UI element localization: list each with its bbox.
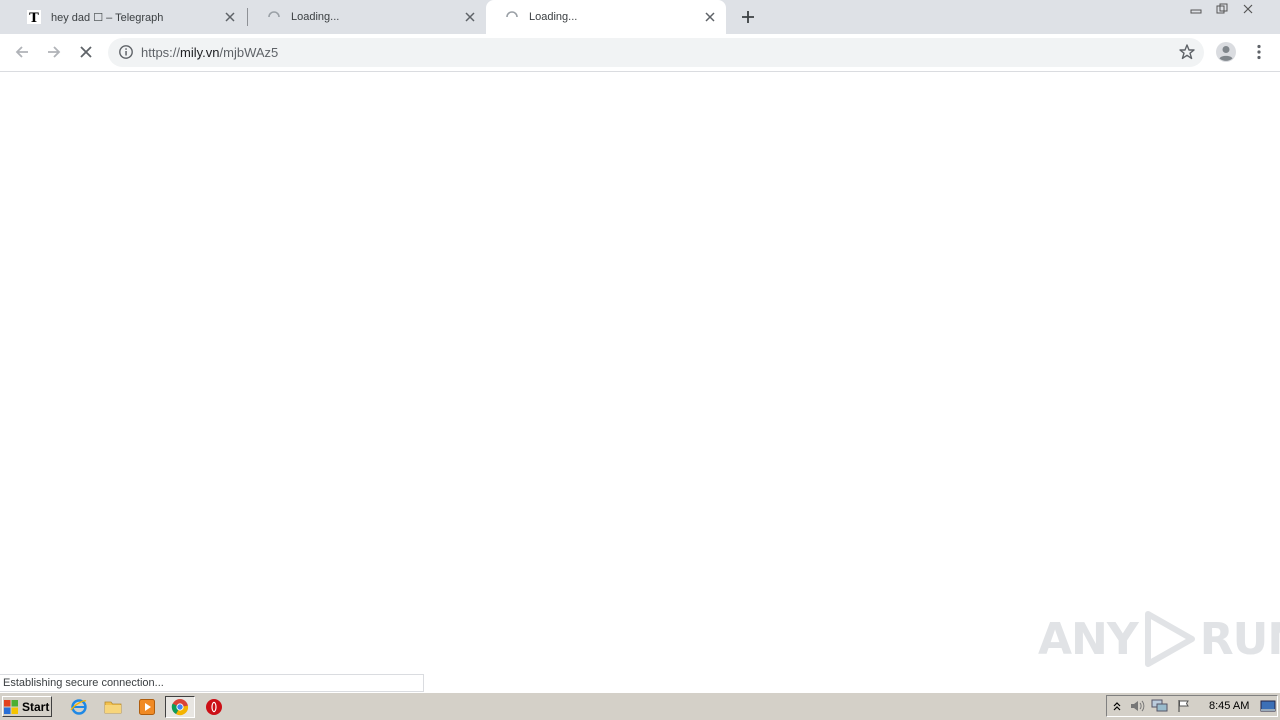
anyrun-watermark: ANY RUN — [1038, 608, 1280, 670]
profile-avatar-icon[interactable] — [1215, 41, 1237, 63]
kebab-menu-icon — [1257, 44, 1261, 60]
spinner-icon — [266, 9, 282, 25]
opera-icon[interactable] — [204, 697, 224, 717]
tab-close-icon[interactable] — [702, 9, 718, 25]
watermark-left: ANY — [1038, 613, 1139, 665]
file-explorer-icon[interactable] — [103, 697, 123, 717]
tab-strip: T hey dad ☐ – Telegraph Loading... Loadi… — [0, 0, 1280, 34]
tab-close-icon[interactable] — [462, 9, 478, 25]
chrome-taskbar-button[interactable] — [165, 696, 195, 718]
chrome-menu-button[interactable] — [1250, 41, 1268, 63]
site-info-icon[interactable] — [118, 44, 134, 60]
chrome-icon — [171, 699, 189, 716]
url-text[interactable]: https://mily.vn/mjbWAz5 — [141, 45, 278, 60]
restore-icon — [1216, 3, 1228, 13]
minimize-icon — [1190, 9, 1202, 13]
tray-expand-icon[interactable] — [1108, 698, 1126, 714]
play-logo-icon — [1144, 611, 1195, 667]
tab-title: Loading... — [529, 11, 578, 23]
back-arrow-icon — [15, 46, 28, 58]
close-icon — [1243, 4, 1253, 13]
start-label: Start — [22, 699, 50, 714]
forward-button[interactable] — [42, 40, 66, 64]
windows-flag-icon — [4, 699, 18, 714]
stop-icon — [80, 46, 92, 58]
url-host: mily.vn — [180, 45, 220, 60]
page-content-area — [0, 72, 1280, 692]
url-scheme: https:// — [141, 45, 181, 60]
tab-loading-1[interactable]: Loading... — [248, 0, 486, 34]
network-icon[interactable] — [1151, 698, 1169, 714]
browser-toolbar: https://mily.vn/mjbWAz5 — [0, 34, 1280, 72]
address-bar[interactable]: https://mily.vn/mjbWAz5 — [108, 38, 1204, 67]
forward-arrow-icon — [48, 46, 61, 58]
clock[interactable]: 8:45 AM — [1209, 700, 1249, 712]
tab-title: Loading... — [291, 11, 340, 23]
status-bubble: Establishing secure connection... — [0, 674, 424, 692]
tab-telegraph[interactable]: T hey dad ☐ – Telegraph — [8, 0, 246, 34]
show-desktop-icon[interactable] — [1259, 698, 1277, 714]
window-controls — [1183, 0, 1261, 18]
start-button[interactable]: Start — [2, 696, 52, 717]
telegraph-letter: T — [29, 11, 39, 24]
internet-explorer-icon[interactable] — [69, 697, 89, 717]
plus-icon — [742, 11, 754, 23]
restore-button[interactable] — [1209, 0, 1235, 17]
action-center-flag-icon[interactable] — [1175, 698, 1193, 714]
stop-loading-button[interactable] — [74, 40, 98, 64]
watermark-right: RUN — [1199, 613, 1280, 665]
minimize-button[interactable] — [1183, 0, 1209, 17]
close-window-button[interactable] — [1235, 0, 1261, 17]
tab-close-icon[interactable] — [222, 9, 238, 25]
new-tab-button[interactable] — [736, 5, 760, 29]
media-player-icon[interactable] — [137, 697, 157, 717]
spinner-icon — [504, 9, 520, 25]
windows-taskbar: Start 8:45 AM — [0, 692, 1280, 720]
volume-icon[interactable] — [1128, 698, 1146, 714]
system-tray: 8:45 AM — [1106, 695, 1278, 717]
telegraph-favicon-icon: T — [26, 9, 42, 25]
tab-title: hey dad ☐ – Telegraph — [51, 11, 164, 24]
tab-loading-2-active[interactable]: Loading... — [486, 0, 726, 34]
back-button[interactable] — [10, 40, 34, 64]
url-path: /mjbWAz5 — [219, 45, 279, 60]
bookmark-star-icon[interactable] — [1178, 43, 1196, 61]
